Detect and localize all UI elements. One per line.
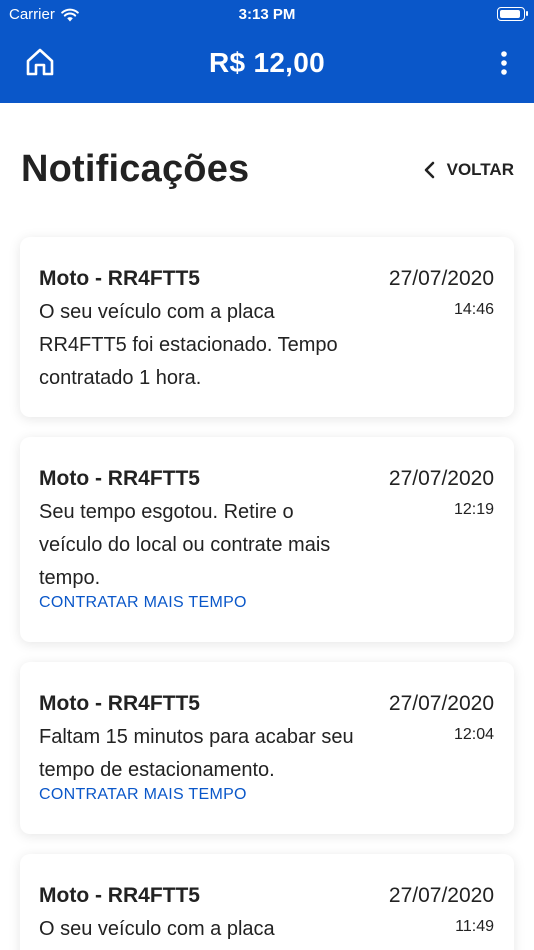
notification-date: 27/07/2020 [388,467,494,490]
status-bar: Carrier 3:13 PM [0,0,534,30]
notification-card[interactable]: Moto - RR4FTT5 27/07/2020 11:49 O seu ve… [20,854,514,950]
battery-level [500,10,520,18]
notification-message: O seu veículo com a placa [39,918,275,940]
more-menu-button[interactable] [492,48,516,78]
notification-time: 11:49 [455,918,494,935]
notification-card[interactable]: Moto - RR4FTT5 27/07/2020 12:19 Seu temp… [20,437,514,642]
notification-vehicle: Moto - RR4FTT5 [39,692,200,715]
page-title: Notificações [21,148,250,190]
title-row: Notificações VOLTAR [0,103,534,235]
notification-card[interactable]: Moto - RR4FTT5 27/07/2020 14:46 O seu ve… [20,237,514,417]
chevron-left-icon [424,161,434,179]
notification-date: 27/07/2020 [388,692,494,715]
notification-time: 12:04 [453,726,494,743]
notification-vehicle: Moto - RR4FTT5 [39,884,200,907]
back-button[interactable]: VOLTAR [424,160,514,180]
balance-display: R$ 12,00 [208,47,326,78]
notification-date: 27/07/2020 [388,884,494,907]
notification-vehicle: Moto - RR4FTT5 [39,267,200,290]
notification-message: Faltam 15 minutos para acabar seu tempo … [39,726,354,781]
notification-message: O seu veículo com a placa RR4FTT5 foi es… [39,301,338,389]
contract-more-time-link[interactable]: CONTRATAR MAIS TEMPO [39,594,247,612]
app-header: R$ 12,00 [0,30,534,103]
notification-time: 14:46 [453,301,494,318]
status-time: 3:13 PM [238,6,296,23]
notification-card[interactable]: Moto - RR4FTT5 27/07/2020 12:04 Faltam 1… [20,662,514,834]
notification-date: 27/07/2020 [388,267,494,290]
notification-time: 12:19 [453,501,494,518]
contract-more-time-link[interactable]: CONTRATAR MAIS TEMPO [39,786,247,804]
notification-list: Moto - RR4FTT5 27/07/2020 14:46 O seu ve… [0,235,534,950]
back-label: VOLTAR [446,160,514,179]
notification-message: Seu tempo esgotou. Retire o veículo do l… [39,501,331,589]
battery-icon [497,7,528,21]
notification-vehicle: Moto - RR4FTT5 [39,467,200,490]
more-vertical-icon [501,51,507,75]
